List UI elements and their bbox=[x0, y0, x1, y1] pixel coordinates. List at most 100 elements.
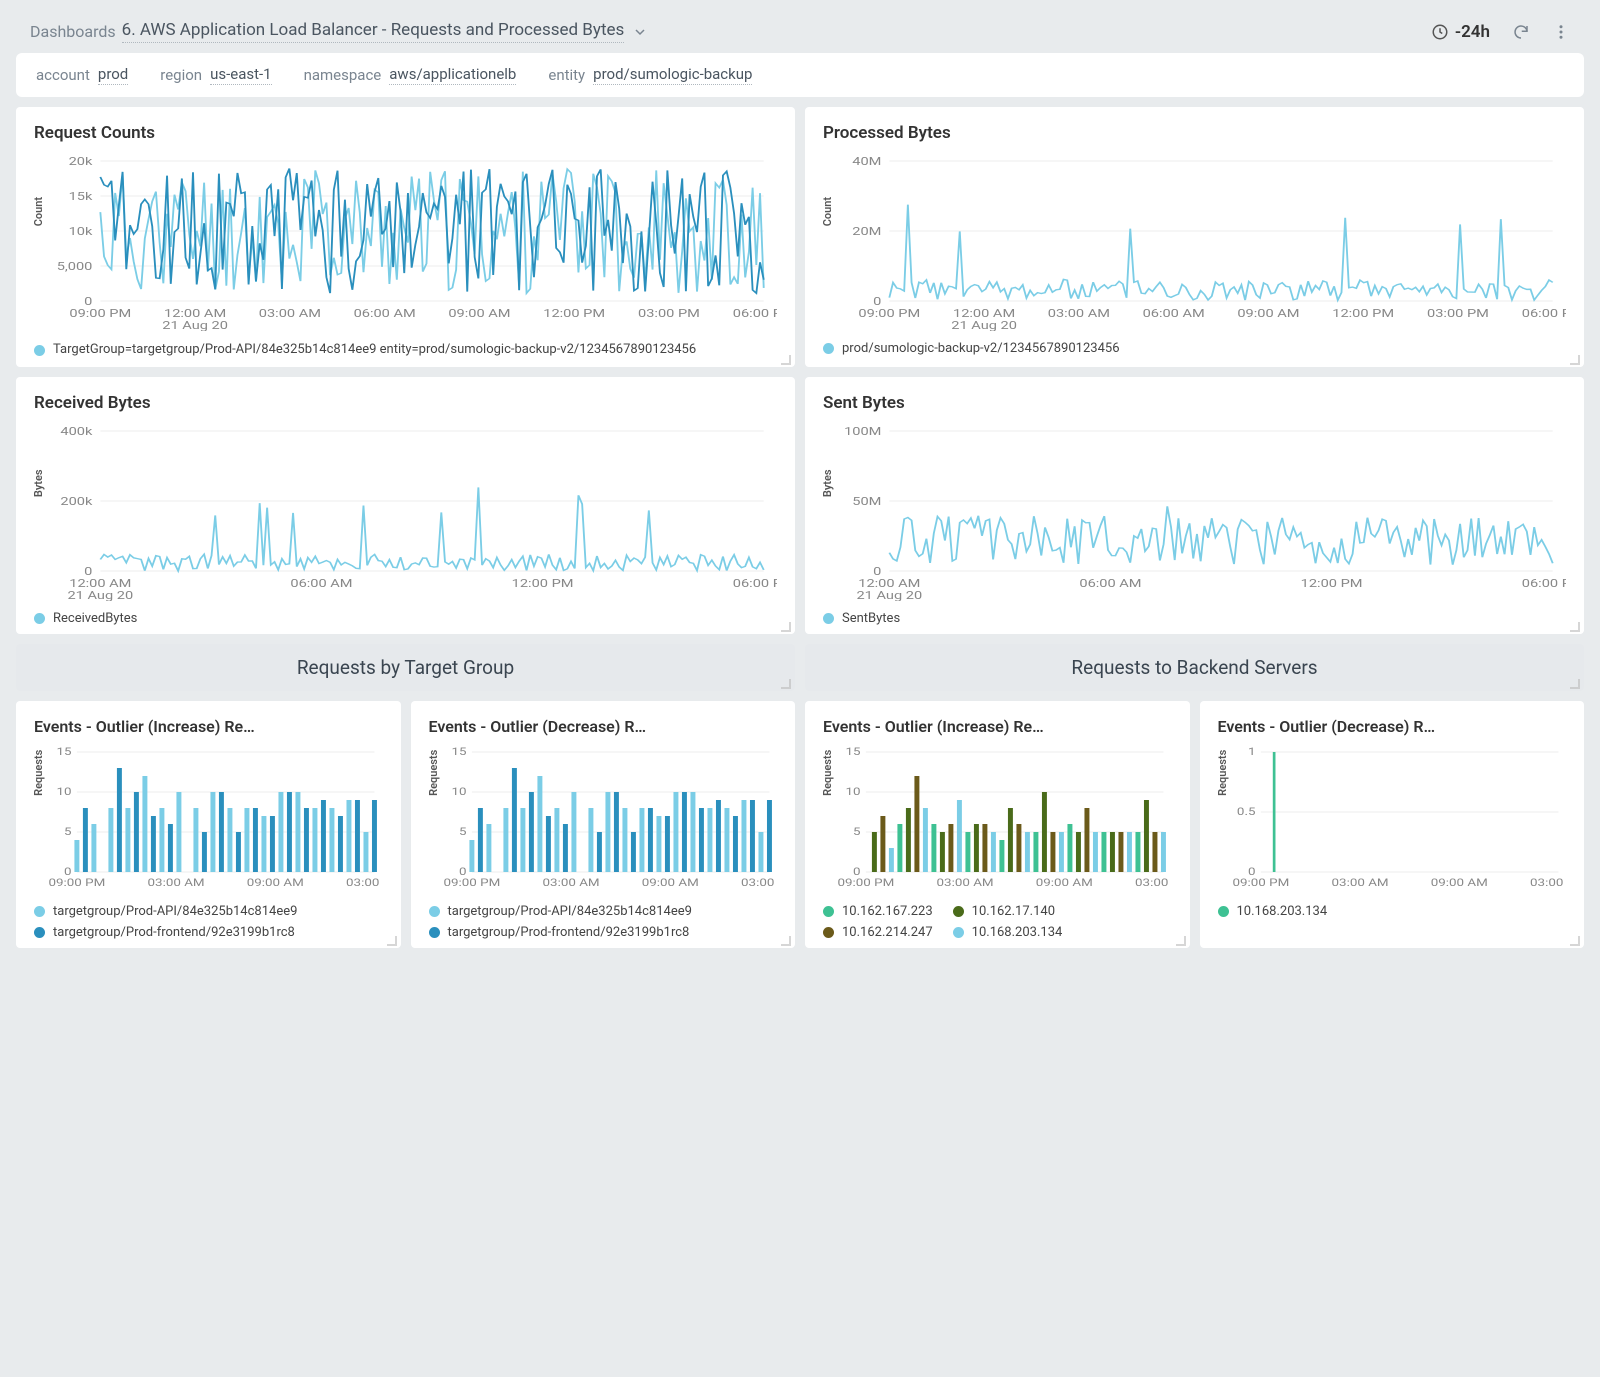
legend-dot bbox=[823, 906, 834, 917]
legend-item[interactable]: 10.162.167.223 bbox=[823, 904, 933, 919]
legend-dot bbox=[823, 343, 834, 354]
svg-text:09:00 PM: 09:00 PM bbox=[1232, 877, 1289, 889]
svg-text:100M: 100M bbox=[844, 426, 881, 439]
y-axis-label: Requests bbox=[427, 750, 440, 796]
legend-label: targetgroup/Prod-frontend/92e3199b1rc8 bbox=[448, 925, 690, 940]
filter-entity[interactable]: entity prod/sumologic-backup bbox=[548, 65, 752, 85]
legend-item[interactable]: 10.162.17.140 bbox=[953, 904, 1055, 919]
resize-handle[interactable] bbox=[1176, 936, 1186, 946]
svg-text:1: 1 bbox=[1248, 746, 1256, 758]
svg-text:09:00 PM: 09:00 PM bbox=[69, 308, 131, 321]
legend-item[interactable]: 10.168.203.134 bbox=[1218, 904, 1567, 919]
svg-text:5: 5 bbox=[459, 826, 467, 838]
breadcrumb-root[interactable]: Dashboards bbox=[30, 22, 116, 41]
svg-text:10: 10 bbox=[845, 786, 860, 798]
svg-text:03:00 PM: 03:00 PM bbox=[1530, 877, 1566, 889]
panel-processed-bytes: Processed Bytes Count 020M40M09:00 PM12:… bbox=[805, 107, 1584, 367]
chart[interactable]: Bytes 0200k400k12:00 AM21 Aug 2006:00 AM… bbox=[34, 421, 777, 601]
svg-text:15: 15 bbox=[451, 746, 466, 758]
filter-value[interactable]: prod/sumologic-backup bbox=[593, 65, 752, 85]
panel-title: Events - Outlier (Decrease) R… bbox=[1218, 717, 1567, 736]
chevron-down-icon[interactable] bbox=[634, 26, 646, 38]
filter-account[interactable]: account prod bbox=[36, 65, 128, 85]
chart[interactable]: Requests 05101509:00 PM03:00 AM09:00 AM0… bbox=[823, 744, 1172, 894]
more-menu-button[interactable] bbox=[1552, 23, 1570, 41]
legend-item[interactable]: 10.162.214.247 bbox=[823, 925, 933, 940]
resize-handle[interactable] bbox=[781, 355, 791, 365]
svg-text:09:00 PM: 09:00 PM bbox=[837, 877, 894, 889]
legend-item[interactable]: targetgroup/Prod-frontend/92e3199b1rc8 bbox=[429, 925, 778, 940]
chart[interactable]: Requests 00.5109:00 PM03:00 AM09:00 AM03… bbox=[1218, 744, 1567, 894]
svg-text:12:00 AM: 12:00 AM bbox=[953, 308, 1015, 321]
clock-icon bbox=[1431, 23, 1449, 41]
legend-item[interactable]: SentBytes bbox=[823, 611, 1566, 626]
y-axis-label: Count bbox=[32, 197, 45, 226]
filter-value[interactable]: aws/applicationelb bbox=[389, 65, 516, 85]
svg-text:09:00 AM: 09:00 AM bbox=[1036, 877, 1093, 889]
legend-dot bbox=[34, 906, 45, 917]
refresh-button[interactable] bbox=[1512, 23, 1530, 41]
section-title: Requests to Backend Servers bbox=[1071, 656, 1317, 679]
legend-item[interactable]: targetgroup/Prod-API/84e325b14c814ee9 bbox=[429, 904, 778, 919]
legend-item[interactable]: targetgroup/Prod-frontend/92e3199b1rc8 bbox=[34, 925, 383, 940]
resize-handle[interactable] bbox=[1570, 355, 1580, 365]
legend-item[interactable]: ReceivedBytes bbox=[34, 611, 777, 626]
filter-namespace[interactable]: namespace aws/applicationelb bbox=[304, 65, 517, 85]
svg-text:15k: 15k bbox=[69, 191, 93, 204]
breadcrumb-title[interactable]: 6. AWS Application Load Balancer - Reque… bbox=[122, 20, 625, 43]
resize-handle[interactable] bbox=[1570, 936, 1580, 946]
resize-handle[interactable] bbox=[1570, 622, 1580, 632]
legend-item[interactable]: prod/sumologic-backup-v2/123456789012345… bbox=[823, 341, 1566, 356]
chart[interactable]: Requests 05101509:00 PM03:00 AM09:00 AM0… bbox=[34, 744, 383, 894]
legend-item[interactable]: 10.168.203.134 bbox=[953, 925, 1063, 940]
legend-dot bbox=[429, 906, 440, 917]
svg-text:06:00 AM: 06:00 AM bbox=[290, 578, 352, 591]
legend-dot bbox=[34, 927, 45, 938]
legend: prod/sumologic-backup-v2/123456789012345… bbox=[823, 341, 1566, 356]
dashboard-app: Dashboards 6. AWS Application Load Balan… bbox=[10, 10, 1590, 948]
panel-title: Events - Outlier (Increase) Re… bbox=[823, 717, 1172, 736]
filter-value[interactable]: prod bbox=[98, 65, 128, 85]
chart[interactable]: Requests 05101509:00 PM03:00 AM09:00 AM0… bbox=[429, 744, 778, 894]
y-axis-label: Requests bbox=[1216, 750, 1229, 796]
svg-text:21 Aug 20: 21 Aug 20 bbox=[68, 590, 134, 601]
filter-bar: account prod region us-east-1 namespace … bbox=[16, 53, 1584, 97]
svg-text:06:00 PM: 06:00 PM bbox=[1522, 578, 1566, 591]
svg-text:20M: 20M bbox=[852, 226, 881, 239]
filter-value[interactable]: us-east-1 bbox=[210, 65, 272, 85]
chart[interactable]: Count 020M40M09:00 PM12:00 AM21 Aug 2003… bbox=[823, 151, 1566, 331]
legend-label: prod/sumologic-backup-v2/123456789012345… bbox=[842, 341, 1120, 356]
legend-dot bbox=[953, 927, 964, 938]
svg-text:06:00 PM: 06:00 PM bbox=[733, 578, 777, 591]
legend-label: targetgroup/Prod-API/84e325b14c814ee9 bbox=[448, 904, 692, 919]
filter-label: namespace bbox=[304, 66, 382, 84]
svg-text:21 Aug 20: 21 Aug 20 bbox=[857, 590, 923, 601]
chart[interactable]: Bytes 050M100M12:00 AM21 Aug 2006:00 AM1… bbox=[823, 421, 1566, 601]
resize-handle[interactable] bbox=[781, 679, 791, 689]
y-axis-label: Count bbox=[821, 197, 834, 226]
svg-text:09:00 AM: 09:00 AM bbox=[1430, 877, 1487, 889]
svg-text:15: 15 bbox=[56, 746, 71, 758]
svg-text:0: 0 bbox=[873, 296, 881, 309]
resize-handle[interactable] bbox=[1570, 679, 1580, 689]
panel-title: Events - Outlier (Decrease) R… bbox=[429, 717, 778, 736]
time-range-picker[interactable]: -24h bbox=[1431, 22, 1490, 42]
resize-handle[interactable] bbox=[781, 622, 791, 632]
chart[interactable]: Count 05,00010k15k20k09:00 PM12:00 AM21 … bbox=[34, 151, 777, 331]
svg-text:03:00 PM: 03:00 PM bbox=[1135, 877, 1171, 889]
svg-text:09:00 AM: 09:00 AM bbox=[1237, 308, 1299, 321]
legend-item[interactable]: TargetGroup=targetgroup/Prod-API/84e325b… bbox=[34, 341, 777, 359]
panel-grid: Request Counts Count 05,00010k15k20k09:0… bbox=[10, 107, 1590, 948]
panel-outlier-decrease-tg: Events - Outlier (Decrease) R… Requests … bbox=[411, 701, 796, 948]
svg-text:12:00 PM: 12:00 PM bbox=[512, 578, 574, 591]
svg-text:0: 0 bbox=[873, 566, 881, 579]
svg-text:40M: 40M bbox=[852, 156, 881, 169]
svg-text:09:00 AM: 09:00 AM bbox=[247, 877, 304, 889]
legend-label: SentBytes bbox=[842, 611, 900, 626]
filter-region[interactable]: region us-east-1 bbox=[160, 65, 271, 85]
legend-dot bbox=[34, 345, 45, 356]
resize-handle[interactable] bbox=[781, 936, 791, 946]
breadcrumb[interactable]: Dashboards 6. AWS Application Load Balan… bbox=[30, 20, 1431, 43]
resize-handle[interactable] bbox=[387, 936, 397, 946]
legend-item[interactable]: targetgroup/Prod-API/84e325b14c814ee9 bbox=[34, 904, 383, 919]
